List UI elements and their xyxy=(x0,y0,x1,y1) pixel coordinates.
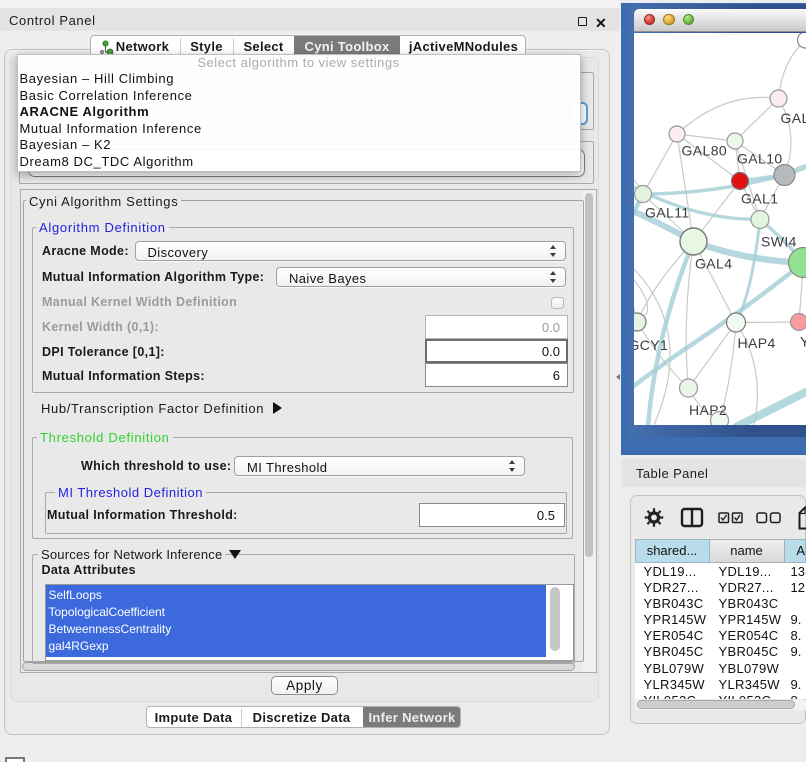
svg-text:GAL4: GAL4 xyxy=(695,255,732,271)
svg-text:GAL1: GAL1 xyxy=(741,190,778,206)
svg-text:GAL80: GAL80 xyxy=(682,142,728,158)
svg-text:GCY1: GCY1 xyxy=(634,337,668,353)
svg-text:HAP4: HAP4 xyxy=(738,335,776,351)
svg-text:HAP2: HAP2 xyxy=(689,402,727,418)
svg-text:GAL10: GAL10 xyxy=(737,150,783,166)
svg-text:GAL7: GAL7 xyxy=(781,110,806,126)
svg-text:GAL11: GAL11 xyxy=(645,204,690,220)
svg-text:SWI4: SWI4 xyxy=(761,233,797,249)
svg-text:Y: Y xyxy=(800,333,806,349)
